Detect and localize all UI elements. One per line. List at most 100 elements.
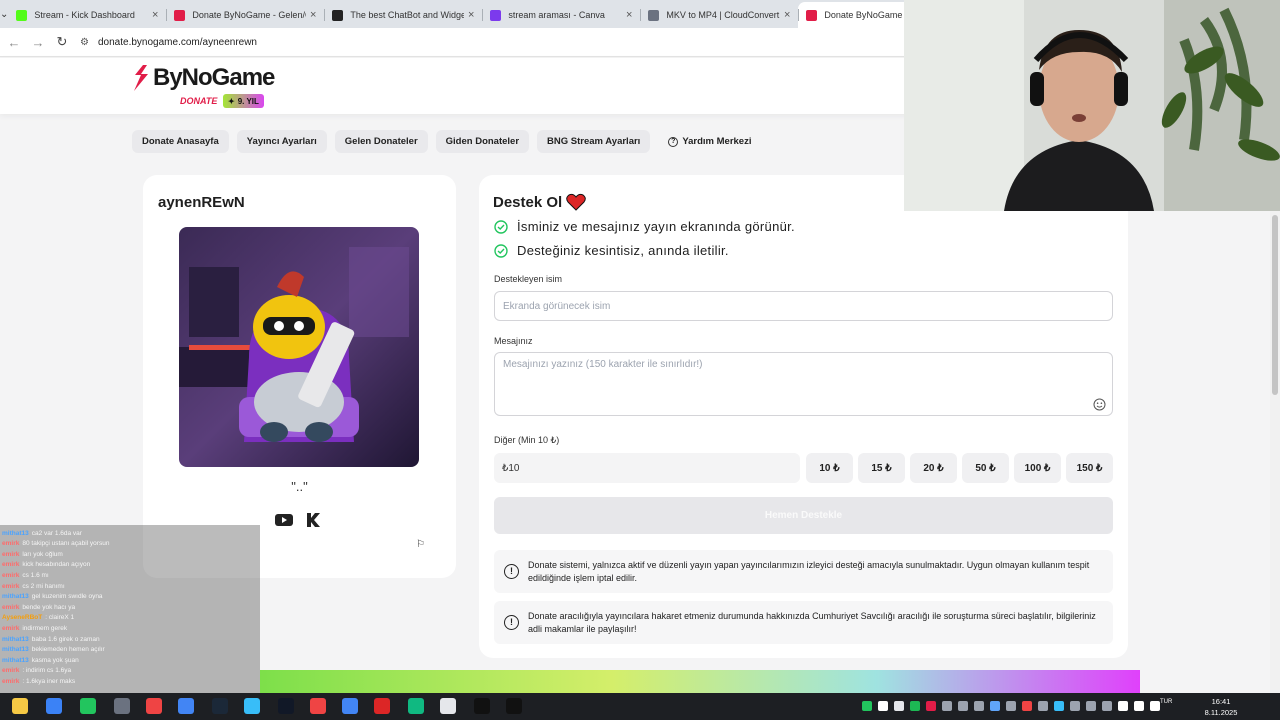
chat-username: emirk <box>2 582 20 590</box>
tray-icon[interactable] <box>942 701 952 711</box>
tray-icon[interactable] <box>990 701 1000 711</box>
message-textarea[interactable]: Mesajınızı yazınız (150 karakter ile sın… <box>494 352 1113 416</box>
tray-icon[interactable] <box>1006 701 1016 711</box>
promo-banner[interactable] <box>260 670 1140 693</box>
amount-chip[interactable]: 15 ₺ <box>858 453 905 483</box>
page-scrollbar[interactable] <box>1270 211 1280 693</box>
tray-icon[interactable] <box>1118 701 1128 711</box>
taskbar-app-icon[interactable] <box>506 698 522 714</box>
nav-streamer-settings[interactable]: Yayıncı Ayarları <box>236 130 327 153</box>
taskbar-app-icon[interactable] <box>12 698 28 714</box>
tray-icon[interactable] <box>878 701 888 711</box>
nav-label: Gelen Donateler <box>344 136 418 147</box>
tab-title: The best ChatBot and Widgets <box>350 10 464 20</box>
taskbar-app-icon[interactable] <box>374 698 390 714</box>
reload-icon[interactable]: ↻ <box>50 34 74 50</box>
donate-card: Destek Ol İsminiz ve mesajınız yayın ekr… <box>479 175 1128 658</box>
nav-outgoing-donates[interactable]: Giden Donateler <box>435 130 530 153</box>
tab-close-icon[interactable]: × <box>152 9 158 21</box>
tray-icon[interactable] <box>862 701 872 711</box>
chat-text: baba 1.6 girek o zaman <box>31 635 100 643</box>
taskbar-app-icon[interactable] <box>440 698 456 714</box>
forward-icon[interactable]: → <box>26 35 50 50</box>
nav-incoming-donates[interactable]: Gelen Donateler <box>334 130 428 153</box>
chat-username: AyseneRBoT <box>2 614 43 622</box>
taskbar-app-icon[interactable] <box>278 698 294 714</box>
streamer-name: aynenREwN <box>158 194 245 211</box>
back-icon[interactable]: ← <box>2 35 26 50</box>
site-info-icon[interactable]: ⚙ <box>80 37 92 48</box>
tray-icon[interactable] <box>1022 701 1032 711</box>
tab-search-icon[interactable]: ⌄ <box>0 0 8 28</box>
taskbar-app-icon[interactable] <box>46 698 62 714</box>
tab-close-icon[interactable]: × <box>626 9 632 21</box>
scrollbar-thumb[interactable] <box>1272 215 1278 395</box>
taskbar-app-icon[interactable] <box>178 698 194 714</box>
nav-donate-home[interactable]: Donate Anasayfa <box>132 130 229 153</box>
amount-chip[interactable]: 10 ₺ <box>806 453 853 483</box>
bynogame-logo-icon[interactable] <box>131 64 151 92</box>
tray-icon[interactable] <box>1102 701 1112 711</box>
taskbar-app-icon[interactable] <box>146 698 162 714</box>
amount-input[interactable]: ₺10 <box>494 453 800 483</box>
kick-icon[interactable] <box>305 513 323 527</box>
chat-message: mithat13 baba 1.6 girek o zaman <box>2 636 100 647</box>
tray-icon[interactable] <box>1150 701 1160 711</box>
taskbar-app-icon[interactable] <box>408 698 424 714</box>
tray-icon[interactable] <box>894 701 904 711</box>
warning-icon: ! <box>504 615 519 630</box>
submit-donate-button[interactable]: Hemen Destekle <box>494 497 1113 534</box>
taskbar-app-icon[interactable] <box>342 698 358 714</box>
stream-chat-overlay: ca2 var 1.6da varmithat13ca2 var 1.6da v… <box>0 525 260 693</box>
tray-icon[interactable] <box>1134 701 1144 711</box>
tab-close-icon[interactable]: × <box>784 9 790 21</box>
tray-icon[interactable] <box>910 701 920 711</box>
taskbar-app-icon[interactable] <box>114 698 130 714</box>
language-indicator[interactable]: TUR <box>1160 699 1172 705</box>
emoji-icon[interactable] <box>1093 398 1106 411</box>
taskbar-app-icon[interactable] <box>310 698 326 714</box>
chat-username: emirk <box>2 550 20 558</box>
youtube-icon[interactable] <box>275 513 293 527</box>
tray-icon[interactable] <box>974 701 984 711</box>
question-circle-icon: ? <box>668 136 679 147</box>
tray-icon[interactable] <box>958 701 968 711</box>
taskbar-app-icon[interactable] <box>244 698 260 714</box>
browser-tab[interactable]: Donate ByNoGame - Gelen/Giden × <box>166 2 324 28</box>
browser-tab[interactable]: MKV to MP4 | CloudConvert × <box>640 2 798 28</box>
tray-icon[interactable] <box>1054 701 1064 711</box>
taskbar-app-icon[interactable] <box>212 698 228 714</box>
browser-tab[interactable]: stream araması - Canva × <box>482 2 640 28</box>
tray-icon[interactable] <box>1038 701 1048 711</box>
taskbar-app-icon[interactable] <box>474 698 490 714</box>
amount-chip[interactable]: 50 ₺ <box>962 453 1009 483</box>
taskbar-app-icon[interactable] <box>80 698 96 714</box>
streamer-avatar <box>179 227 419 467</box>
system-clock[interactable]: 16:41 8.11.2025 <box>1196 696 1246 718</box>
check-circle-icon <box>494 243 508 258</box>
tab-close-icon[interactable]: × <box>468 9 474 21</box>
nav-bng-stream-settings[interactable]: BNG Stream Ayarları <box>537 130 651 153</box>
nav-help-center[interactable]: ? Yardım Merkezi <box>658 130 761 153</box>
feature-text: İsminiz ve mesajınız yayın ekranında gör… <box>517 219 795 234</box>
tray-icon[interactable] <box>1070 701 1080 711</box>
tab-title: Donate ByNoGame - Gelen/Giden <box>192 10 306 20</box>
amount-chip[interactable]: 20 ₺ <box>910 453 957 483</box>
browser-tab[interactable]: Stream - Kick Dashboard × <box>8 2 166 28</box>
amount-chip[interactable]: 150 ₺ <box>1066 453 1113 483</box>
supporter-name-input[interactable]: Ekranda görünecek isim <box>494 291 1113 321</box>
tray-icon[interactable] <box>1086 701 1096 711</box>
amount-chip[interactable]: 100 ₺ <box>1014 453 1061 483</box>
tab-close-icon[interactable]: × <box>310 9 316 21</box>
chat-username: emirk <box>2 561 20 569</box>
browser-address-bar: ← → ↻ ⚙ donate.bynogame.com/ayneenrewn <box>0 28 904 57</box>
browser-tab[interactable]: The best ChatBot and Widgets × <box>324 2 482 28</box>
nav-label: Donate Anasayfa <box>142 136 219 147</box>
message-placeholder: Mesajınızı yazınız (150 karakter ile sın… <box>503 359 703 370</box>
tray-icon[interactable] <box>926 701 936 711</box>
report-flag-icon[interactable]: ⚐ <box>416 539 425 550</box>
url-text[interactable]: donate.bynogame.com/ayneenrewn <box>98 37 257 48</box>
main-nav: Donate Anasayfa Yayıncı Ayarları Gelen D… <box>132 130 761 153</box>
chat-message: emirk cs 2 mi hanımı <box>2 583 65 594</box>
logo-text[interactable]: ByNoGame <box>153 64 275 92</box>
